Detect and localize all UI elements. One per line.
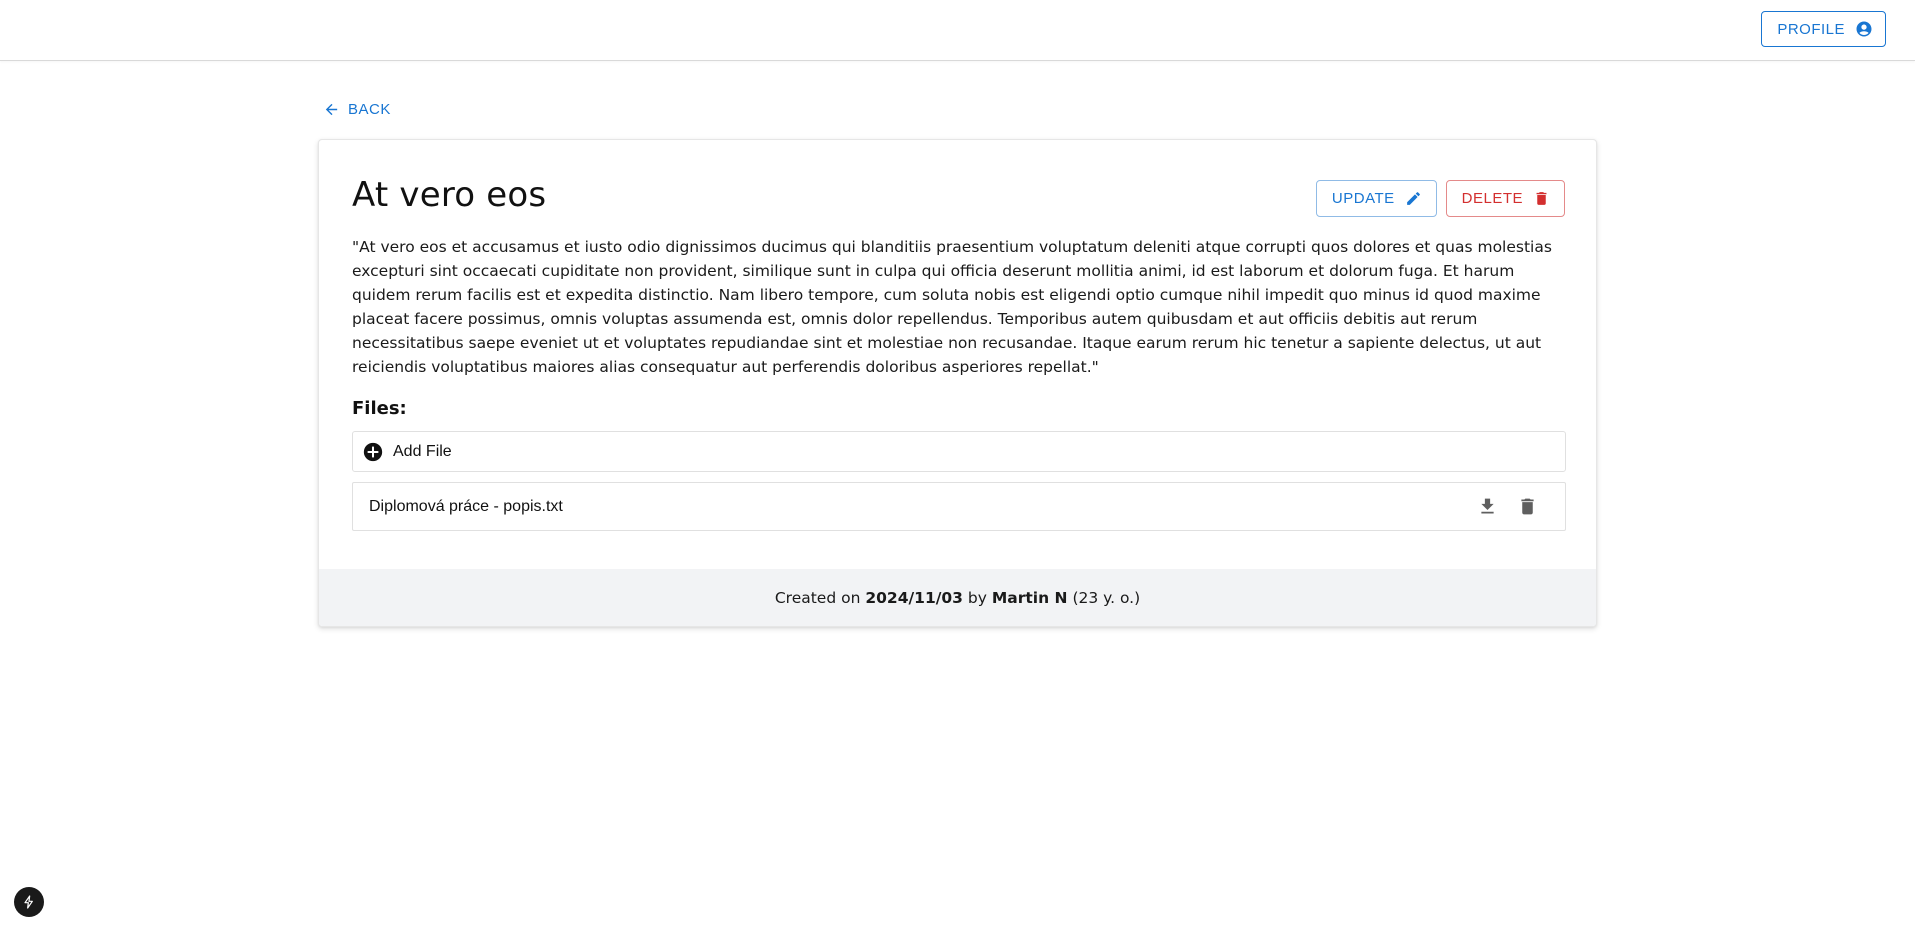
back-link-label: BACK xyxy=(348,101,391,118)
trash-icon[interactable] xyxy=(1516,495,1539,518)
file-name: Diplomová práce - popis.txt xyxy=(369,497,563,515)
profile-button-label: PROFILE xyxy=(1777,20,1845,38)
created-on-prefix: Created on xyxy=(774,588,861,607)
post-title: At vero eos xyxy=(352,175,547,215)
update-button[interactable]: UPDATE xyxy=(1315,180,1437,217)
update-button-label: UPDATE xyxy=(1331,190,1395,207)
plus-circle-icon xyxy=(362,441,384,463)
top-app-bar: PROFILE xyxy=(0,0,1915,61)
by-text: by xyxy=(967,588,987,607)
post-actions: UPDATE DELETE xyxy=(1315,180,1565,217)
arrow-left-icon xyxy=(323,101,340,118)
file-actions xyxy=(1476,495,1539,518)
back-link[interactable]: BACK xyxy=(323,101,391,118)
account-circle-icon xyxy=(1855,20,1873,38)
created-date: 2024/11/03 xyxy=(865,588,963,607)
add-file-label: Add File xyxy=(393,442,452,460)
profile-button[interactable]: PROFILE xyxy=(1761,11,1886,47)
trash-icon xyxy=(1533,190,1550,207)
post-meta-footer: Created on 2024/11/03 by Martin N (23 y.… xyxy=(319,569,1596,626)
pencil-icon xyxy=(1405,190,1422,207)
delete-button-label: DELETE xyxy=(1461,190,1523,207)
delete-button[interactable]: DELETE xyxy=(1445,180,1565,217)
author-age: (23 y. o.) xyxy=(1072,588,1141,607)
post-description: "At vero eos et accusamus et iusto odio … xyxy=(352,238,1552,376)
download-icon[interactable] xyxy=(1476,495,1499,518)
bolt-icon[interactable] xyxy=(14,887,44,917)
files-heading: Files: xyxy=(352,398,407,419)
add-file-button[interactable]: Add File xyxy=(352,431,1566,472)
post-detail-card: At vero eos UPDATE DELETE "At vero eos e… xyxy=(318,139,1597,627)
file-list-item: Diplomová práce - popis.txt xyxy=(352,482,1566,531)
author-name: Martin N xyxy=(991,588,1068,607)
